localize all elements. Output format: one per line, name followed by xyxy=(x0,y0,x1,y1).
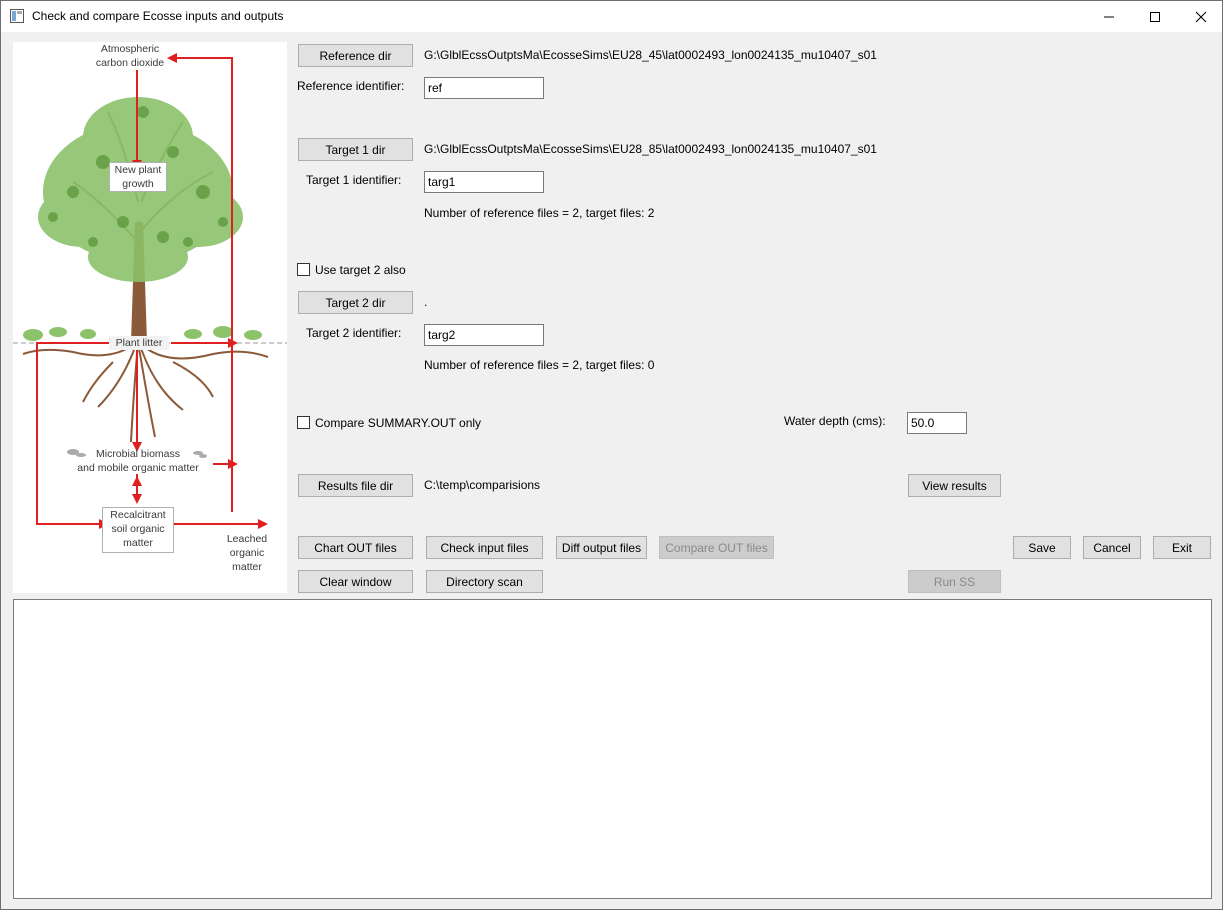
chart-out-files-button[interactable]: Chart OUT files xyxy=(298,536,413,559)
reference-dir-button[interactable]: Reference dir xyxy=(298,44,413,67)
app-icon xyxy=(10,9,24,23)
target1-identifier-label: Target 1 identifier: xyxy=(306,173,402,187)
target2-file-count: Number of reference files = 2, target fi… xyxy=(424,358,655,372)
minimize-button[interactable] xyxy=(1086,1,1132,32)
label-leached-organic-matter: Leached organic matter xyxy=(226,533,268,573)
target1-file-count: Number of reference files = 2, target fi… xyxy=(424,206,655,220)
diff-output-files-button[interactable]: Diff output files xyxy=(556,536,647,559)
reference-dir-path: G:\GlblEcssOutptsMa\EcosseSims\EU28_45\l… xyxy=(424,48,877,62)
target2-identifier-label: Target 2 identifier: xyxy=(306,326,402,340)
results-dir-button[interactable]: Results file dir xyxy=(298,474,413,497)
clear-window-button[interactable]: Clear window xyxy=(298,570,413,593)
close-button[interactable] xyxy=(1178,1,1223,32)
directory-scan-button[interactable]: Directory scan xyxy=(426,570,543,593)
label-recalcitrant-som: Recalcitrant soil organic matter xyxy=(110,509,166,549)
window-title: Check and compare Ecosse inputs and outp… xyxy=(32,9,284,23)
minimize-icon xyxy=(1104,16,1114,17)
save-button[interactable]: Save xyxy=(1013,536,1071,559)
label-microbial-biomass: Microbial biomass and mobile organic mat… xyxy=(77,448,199,474)
summary-only-checkbox[interactable] xyxy=(297,416,310,429)
water-depth-label: Water depth (cms): xyxy=(784,414,886,428)
output-log-area[interactable] xyxy=(13,599,1212,899)
reference-identifier-field[interactable]: ref xyxy=(424,77,544,99)
main-window: Check and compare Ecosse inputs and outp… xyxy=(0,0,1223,910)
title-bar: Check and compare Ecosse inputs and outp… xyxy=(1,1,1222,32)
carbon-cycle-illustration: Atmospheric carbon dioxide New plant gro… xyxy=(13,42,287,593)
reference-identifier-label: Reference identifier: xyxy=(297,79,405,93)
target1-identifier-field[interactable]: targ1 xyxy=(424,171,544,193)
use-target2-checkbox[interactable] xyxy=(297,263,310,276)
check-input-files-button[interactable]: Check input files xyxy=(426,536,543,559)
target2-identifier-field[interactable]: targ2 xyxy=(424,324,544,346)
target2-dir-path: . xyxy=(424,295,428,309)
water-depth-field[interactable]: 50.0 xyxy=(907,412,967,434)
target1-dir-button[interactable]: Target 1 dir xyxy=(298,138,413,161)
view-results-button[interactable]: View results xyxy=(908,474,1001,497)
label-atmospheric-co2: Atmospheric carbon dioxide xyxy=(95,43,165,69)
target2-dir-button[interactable]: Target 2 dir xyxy=(298,291,413,314)
exit-button[interactable]: Exit xyxy=(1153,536,1211,559)
run-ss-button[interactable]: Run SS xyxy=(908,570,1001,593)
close-icon xyxy=(1195,11,1207,22)
label-new-plant-growth: New plant growth xyxy=(114,164,162,190)
use-target2-label: Use target 2 also xyxy=(315,263,406,277)
label-plant-litter: Plant litter xyxy=(115,337,163,349)
summary-only-label: Compare SUMMARY.OUT only xyxy=(315,416,482,430)
cancel-button[interactable]: Cancel xyxy=(1083,536,1141,559)
maximize-icon xyxy=(1150,11,1160,22)
target1-dir-path: G:\GlblEcssOutptsMa\EcosseSims\EU28_85\l… xyxy=(424,142,877,156)
results-dir-path: C:\temp\comparisions xyxy=(424,478,541,492)
compare-out-files-button[interactable]: Compare OUT files xyxy=(659,536,774,559)
maximize-button[interactable] xyxy=(1132,1,1178,32)
